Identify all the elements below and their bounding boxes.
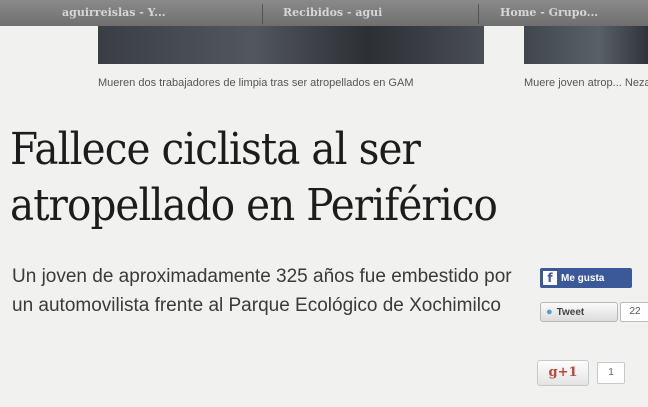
tab-yahoo[interactable]: aguirreislas - Y...	[62, 0, 222, 26]
tab-divider	[262, 4, 263, 24]
tweet-count: 22	[620, 302, 648, 322]
facebook-like-label: Me gusta	[561, 272, 605, 284]
google-plus-count: 1	[597, 362, 625, 384]
tweet-button[interactable]: ● Tweet	[540, 302, 618, 322]
facebook-like-button[interactable]: f Me gusta	[540, 268, 632, 288]
tweet-label: Tweet	[556, 306, 585, 318]
related-thumbnail-2[interactable]	[524, 26, 648, 64]
headline-line-1: Fallece ciclista al ser	[10, 124, 421, 175]
twitter-bird-icon: ●	[546, 306, 553, 318]
headline-line-2: atropellado en Periférico	[10, 180, 498, 231]
related-link-1[interactable]: Mueren dos trabajadores de limpia tras s…	[98, 76, 418, 90]
article-summary: Un joven de aproximadamente 325 años fue…	[12, 266, 512, 316]
facebook-icon: f	[543, 271, 557, 285]
related-link-2[interactable]: Muere joven atrop... Nezahualcóyotl	[524, 76, 648, 90]
tab-home-grupo[interactable]: Home - Grupo...	[500, 0, 648, 26]
google-plus-one-button[interactable]: g+1	[537, 360, 589, 386]
tab-recibidos[interactable]: Recibidos - agui	[283, 0, 453, 26]
browser-tab-bar: aguirreislas - Y... Recibidos - agui Hom…	[0, 0, 648, 26]
tab-divider	[478, 4, 479, 24]
article-headline: Fallece ciclista al ser atropellado en P…	[10, 122, 590, 234]
related-thumbnail-1[interactable]	[98, 26, 484, 64]
